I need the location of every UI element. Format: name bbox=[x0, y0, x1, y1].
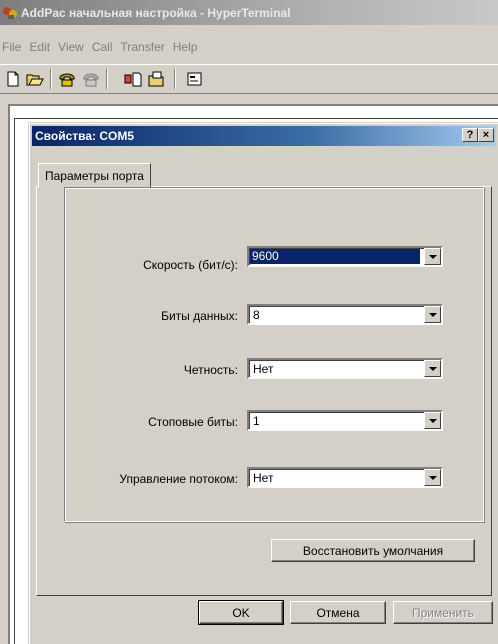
data-bits-label: Биты данных: bbox=[161, 309, 238, 323]
menubar: File Edit View Call Transfer Help bbox=[0, 37, 201, 57]
dialog-titlebar[interactable]: Свойства: COM5 ? × bbox=[32, 126, 496, 146]
properties-icon[interactable] bbox=[184, 68, 206, 90]
new-icon[interactable] bbox=[2, 68, 24, 90]
disconnect-icon[interactable] bbox=[80, 68, 102, 90]
help-button[interactable]: ? bbox=[462, 128, 478, 142]
restore-defaults-label: Восстановить умолчания bbox=[302, 543, 444, 558]
menu-edit[interactable]: Edit bbox=[25, 40, 54, 54]
app-titlebar[interactable]: AddPac начальная настройка - HyperTermin… bbox=[0, 0, 498, 25]
baud-rate-select[interactable]: 9600 bbox=[247, 246, 443, 267]
parity-select[interactable]: Нет bbox=[247, 358, 443, 379]
hyperterminal-icon bbox=[2, 5, 18, 21]
data-bits-select[interactable]: 8 bbox=[247, 304, 443, 325]
toolbar-separator bbox=[106, 69, 108, 89]
data-bits-value: 8 bbox=[253, 308, 260, 322]
chevron-down-icon[interactable] bbox=[424, 248, 441, 265]
stop-bits-label: Стоповые биты: bbox=[148, 415, 238, 429]
send-icon[interactable] bbox=[122, 68, 144, 90]
tab-port-settings[interactable]: Параметры порта bbox=[38, 163, 151, 187]
chevron-down-icon[interactable] bbox=[424, 360, 441, 377]
flow-control-value: Нет bbox=[253, 471, 274, 485]
menu-transfer[interactable]: Transfer bbox=[117, 40, 169, 54]
flow-control-label: Управление потоком: bbox=[119, 472, 238, 486]
menu-call[interactable]: Call bbox=[88, 40, 117, 54]
properties-dialog: Свойства: COM5 ? × Параметры порта Скоро… bbox=[28, 122, 498, 644]
toolbar-separator bbox=[50, 69, 52, 89]
receive-icon[interactable] bbox=[146, 68, 168, 90]
stop-bits-select[interactable]: 1 bbox=[247, 410, 443, 431]
tab-label: Параметры порта bbox=[45, 168, 144, 183]
chevron-down-icon[interactable] bbox=[424, 306, 441, 323]
apply-button[interactable]: Применить bbox=[393, 601, 493, 624]
menu-help[interactable]: Help bbox=[169, 40, 202, 54]
dialog-title: Свойства: COM5 bbox=[35, 129, 135, 143]
connect-icon[interactable] bbox=[56, 68, 78, 90]
baud-rate-label: Скорость (бит/с): bbox=[143, 258, 238, 272]
help-icon: ? bbox=[466, 128, 474, 141]
toolbar bbox=[0, 64, 498, 94]
hyperterminal-window: AddPac начальная настройка - HyperTermin… bbox=[0, 0, 498, 644]
toolbar-separator bbox=[174, 69, 176, 89]
stop-bits-value: 1 bbox=[253, 414, 260, 428]
open-icon[interactable] bbox=[24, 68, 46, 90]
cancel-label: Отмена bbox=[316, 605, 360, 620]
parity-value: Нет bbox=[253, 362, 274, 376]
ok-label: OK bbox=[232, 605, 250, 620]
baud-rate-value: 9600 bbox=[250, 249, 420, 264]
close-button[interactable]: × bbox=[478, 128, 494, 142]
close-icon: × bbox=[482, 128, 490, 141]
chevron-down-icon[interactable] bbox=[424, 412, 441, 429]
parity-label: Четность: bbox=[183, 363, 238, 377]
ok-button[interactable]: OK bbox=[198, 600, 284, 625]
flow-control-select[interactable]: Нет bbox=[247, 467, 443, 488]
cancel-button[interactable]: Отмена bbox=[290, 601, 386, 624]
menu-file[interactable]: File bbox=[0, 40, 25, 54]
apply-label: Применить bbox=[411, 605, 474, 620]
chevron-down-icon[interactable] bbox=[424, 469, 441, 486]
menu-view[interactable]: View bbox=[54, 40, 88, 54]
app-title: AddPac начальная настройка - HyperTermin… bbox=[21, 5, 291, 20]
restore-defaults-button[interactable]: Восстановить умолчания bbox=[271, 539, 475, 562]
